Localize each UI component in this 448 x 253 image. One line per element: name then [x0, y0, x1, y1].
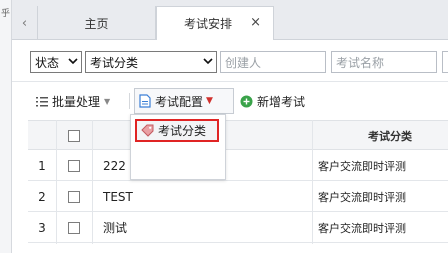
row-checkbox[interactable] [68, 159, 80, 172]
column-header-category[interactable]: 考试分类 [368, 121, 412, 151]
exam-name-input[interactable]: 考试名称 [331, 51, 437, 73]
column-divider [56, 120, 57, 244]
chevron-down-icon [203, 58, 213, 65]
row-exam-name: 测试 [103, 221, 128, 235]
table-header: 考试分类 [28, 120, 448, 150]
creator-input-placeholder: 创建人 [225, 55, 262, 70]
document-icon [139, 94, 151, 108]
row-checkbox[interactable] [68, 190, 80, 203]
add-circle-icon [240, 95, 253, 107]
category-select-value: 考试分类 [90, 55, 139, 70]
row-exam-category: 客户交流即时评测 [318, 190, 406, 204]
row-exam-category: 客户交流即时评测 [318, 159, 406, 173]
category-select[interactable]: 考试分类 [85, 51, 217, 73]
status-select[interactable]: 状态 [30, 51, 82, 73]
row-checkbox[interactable] [68, 221, 80, 234]
exam-config-label: 考试配置 [155, 94, 204, 109]
row-checkbox-cell [56, 150, 92, 181]
table-row[interactable]: 2 TEST 客户交流即时评测 [28, 181, 448, 212]
add-exam-button[interactable]: 新增考试 [240, 88, 305, 114]
exam-name-input-placeholder: 考试名称 [336, 55, 385, 70]
creator-input[interactable]: 创建人 [220, 51, 326, 73]
row-number: 1 [38, 158, 46, 173]
status-select-value: 状态 [35, 55, 60, 70]
tab-bar: ‹ 主页 考试安排 × [12, 0, 448, 41]
exam-config-button[interactable]: 考试配置 ▼ [134, 88, 234, 114]
table-row[interactable]: 1 222 客户交流即时评测 [28, 150, 448, 181]
table-row[interactable]: 3 测试 客户交流即时评测 [28, 212, 448, 243]
row-checkbox-cell [56, 181, 92, 212]
tab-home-label: 主页 [84, 16, 109, 31]
column-divider [312, 120, 313, 244]
batch-process-label: 批量处理 [52, 94, 101, 109]
chevron-down-icon [68, 58, 78, 65]
tag-icon [141, 124, 154, 137]
main-content: 状态 考试分类 创建人 考试名称 批量处理 ▼ 考试配置 ▼ 新增考试 考试分类… [12, 40, 448, 253]
row-number: 3 [38, 220, 46, 235]
tab-scroll-left-button[interactable]: ‹ [12, 6, 38, 40]
dropdown-item-label: 考试分类 [158, 124, 207, 138]
add-exam-label: 新增考试 [257, 94, 306, 109]
batch-process-button[interactable]: 批量处理 ▼ [36, 88, 110, 114]
side-glyph: 乎 [1, 9, 11, 19]
row-exam-category: 客户交流即时评测 [318, 221, 406, 235]
left-side-strip: 乎 [0, 0, 12, 253]
row-number: 2 [38, 189, 46, 204]
tab-exam-schedule-label: 考试安排 [183, 17, 232, 31]
select-all-checkbox[interactable] [68, 130, 80, 142]
toolbar: 批量处理 ▼ 考试配置 ▼ 新增考试 [28, 88, 448, 114]
row-exam-name: 222 [103, 158, 126, 173]
close-icon[interactable]: × [250, 15, 261, 30]
caret-down-icon: ▼ [104, 96, 111, 106]
exam-config-dropdown: 考试分类 [130, 114, 226, 180]
toolbar-divider [129, 93, 130, 109]
column-divider [92, 120, 93, 244]
row-checkbox-cell [56, 212, 92, 243]
select-all-cell [56, 121, 92, 151]
tab-home[interactable]: 主页 [38, 6, 156, 40]
row-exam-name: TEST [103, 189, 133, 204]
dropdown-item-exam-category[interactable]: 考试分类 [135, 119, 219, 142]
app-root: 乎 ‹ 主页 考试安排 × 状态 考试分类 创建人 考试名称 批量处理 ▼ 考试… [0, 0, 448, 253]
next-field-stub[interactable] [442, 51, 448, 73]
tab-exam-schedule[interactable]: 考试安排 × [156, 6, 274, 41]
list-icon [36, 96, 48, 106]
filter-row: 状态 考试分类 创建人 考试名称 [12, 40, 448, 82]
caret-down-icon: ▼ [206, 96, 213, 106]
chevron-left-icon: ‹ [21, 15, 28, 31]
